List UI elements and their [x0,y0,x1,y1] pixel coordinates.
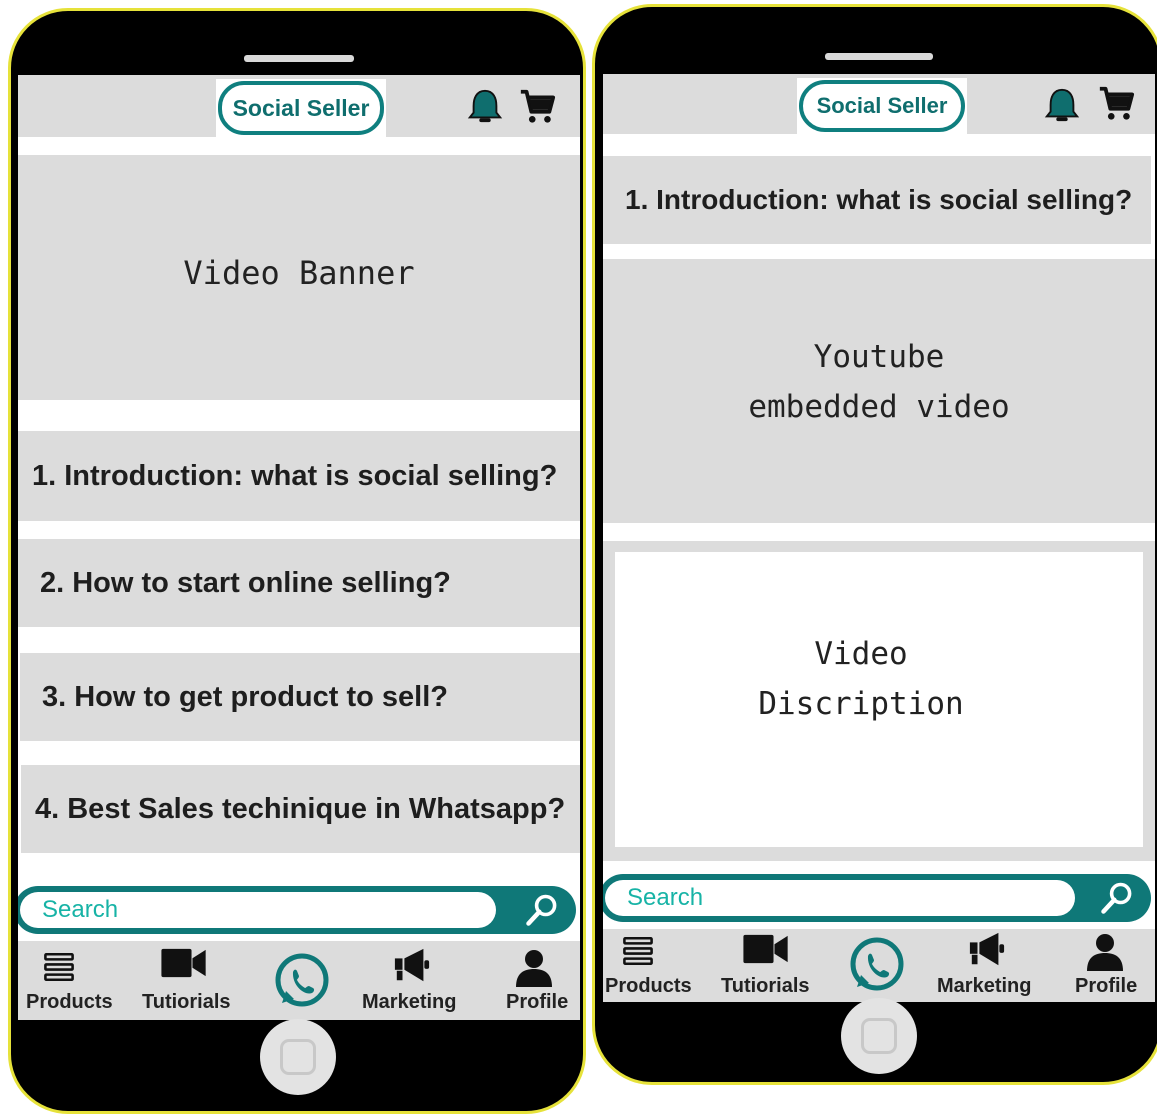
nav-profile[interactable]: Profile [486,941,580,1020]
menu-list-icon [44,952,74,982]
nav-products[interactable]: Products [18,941,118,1020]
description-line-2: Discription [758,685,964,722]
home-button[interactable] [841,998,917,1074]
topic-item-3[interactable]: 3. How to get product to sell? [20,653,580,741]
bell-icon[interactable] [466,87,504,125]
nav-profile[interactable]: Profile [1061,929,1155,1002]
nav-whatsapp[interactable] [843,929,913,1002]
video-description-text: Video Discription [603,630,1125,729]
phone-frame-left: Social Seller Video Banner 1. Introducti… [8,8,586,1114]
cart-icon[interactable] [1097,84,1135,122]
logo-text: Social Seller [218,81,384,135]
topic-title: 3. How to get product to sell? [42,680,448,713]
nav-marketing-label: Marketing [937,975,1032,997]
description-line-1: Video [814,635,908,672]
nav-tutorials-label: Tutiorials [142,991,231,1013]
search-icon[interactable] [1099,880,1135,916]
bottom-nav: Products Tutiorials Marketing Profile [18,941,580,1020]
topic-item-2[interactable]: 2. How to start online selling? [18,539,580,627]
menu-list-icon [623,936,653,966]
screen-right: Social Seller 1. Introduction: what is s… [603,74,1155,1002]
app-logo[interactable]: Social Seller [216,79,386,137]
nav-whatsapp[interactable] [268,941,338,1020]
home-button[interactable] [260,1019,336,1095]
nav-marketing[interactable]: Marketing [358,941,468,1020]
video-description-box: Video Discription [615,552,1143,847]
speaker-grille [244,55,354,62]
video-placeholder-text: Youtube embedded video [603,333,1155,432]
search-bar: Search [603,874,1151,922]
video-banner-label: Video Banner [183,253,415,292]
nav-products-label: Products [26,991,113,1013]
bottom-nav: Products Tutiorials Marketing Profile [603,929,1155,1002]
search-bar: Search [18,886,576,934]
phone-frame-right: Social Seller 1. Introduction: what is s… [592,4,1157,1085]
search-icon[interactable] [524,892,560,928]
video-description-panel: Video Discription [603,541,1155,861]
megaphone-icon [394,948,430,982]
whatsapp-icon [850,937,904,991]
video-banner[interactable]: Video Banner [18,155,580,400]
app-logo[interactable]: Social Seller [797,78,967,134]
video-camera-icon [161,948,206,978]
app-header: Social Seller [18,75,580,137]
video-line-2: embedded video [748,389,1010,425]
person-icon [1087,934,1123,971]
logo-text: Social Seller [799,80,965,132]
nav-marketing[interactable]: Marketing [935,929,1045,1002]
search-input[interactable]: Search [605,880,1075,916]
video-line-1: Youtube [813,339,945,376]
video-camera-icon [743,934,788,964]
topic-item-4[interactable]: 4. Best Sales techinique in Whatsapp? [21,765,580,853]
topic-title: 1. Introduction: what is social selling? [32,459,558,492]
bell-icon[interactable] [1043,86,1081,124]
nav-profile-label: Profile [1075,975,1138,997]
nav-tutorials[interactable]: Tutiorials [138,941,248,1020]
topic-item-1[interactable]: 1. Introduction: what is social selling? [18,431,580,521]
topic-title: 2. How to start online selling? [40,566,451,599]
search-input[interactable]: Search [20,892,496,928]
nav-tutorials-label: Tutiorials [721,975,810,997]
nav-tutorials[interactable]: Tutiorials [718,929,828,1002]
nav-products[interactable]: Products [603,929,703,1002]
topic-header: 1. Introduction: what is social selling? [603,156,1151,244]
nav-profile-label: Profile [506,991,569,1013]
cart-icon[interactable] [518,87,556,125]
topic-title: 4. Best Sales techinique in Whatsapp? [35,792,566,825]
nav-products-label: Products [605,975,692,997]
screen-left: Social Seller Video Banner 1. Introducti… [18,75,580,1020]
nav-marketing-label: Marketing [362,991,457,1013]
speaker-grille [825,53,933,60]
whatsapp-icon [275,953,329,1007]
megaphone-icon [969,932,1005,966]
topic-title: 1. Introduction: what is social selling? [625,184,1133,215]
app-header: Social Seller [603,74,1155,134]
youtube-video-embed[interactable]: Youtube embedded video [603,259,1155,523]
person-icon [516,950,552,987]
